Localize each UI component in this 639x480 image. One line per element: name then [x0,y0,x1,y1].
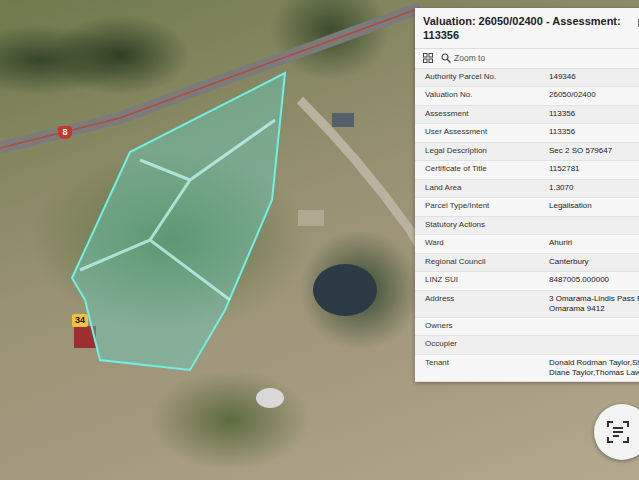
attribute-label: Valuation No. [415,87,545,105]
attribute-row: Occupier [415,336,639,355]
attribute-row: Regional Council Canterbury [415,254,639,273]
info-popup: Valuation: 26050/02400 - Assessment: 113… [415,8,639,382]
value-line: 113356 [549,127,639,137]
attribute-row: User Assessment 113356 [415,124,639,143]
attribute-row: Authority Parcel No. 149346 [415,69,639,88]
attribute-label: Tenant [415,355,545,381]
highway-shield: 8 [58,126,72,139]
attribute-row: Certificate of Title 1152781 [415,161,639,180]
attribute-value: 8487005.000000 [545,272,639,290]
attribute-value: 1152781 [545,161,639,179]
attribute-value: 149346 [545,69,639,87]
attribute-label: Legal Description [415,143,545,161]
text-scan-icon [606,420,630,444]
options-grid-icon[interactable] [423,53,433,63]
attribute-value: Legalisation [545,198,639,216]
attribute-value: Ahuriri [545,235,639,253]
attribute-row: TenantDonald Rodman Taylor,ShirDiane Tay… [415,355,639,382]
value-line: Canterbury [549,257,639,267]
attribute-table: Authority Parcel No. 149346 Valuation No. 2… [415,69,639,382]
attribute-row: Address3 Omarama-Lindis Pass RoaOmarama … [415,291,639,318]
attribute-value: 3 Omarama-Lindis Pass RoaOmarama 9412 [545,291,639,317]
value-line: 1152781 [549,164,639,174]
attribute-row: Valuation No. 26050/02400 [415,87,639,106]
value-line: 113356 [549,109,639,119]
attribute-label: Regional Council [415,254,545,272]
attribute-value: 113356 [545,124,639,142]
attribute-label: Authority Parcel No. [415,69,545,87]
value-line: 149346 [549,72,639,82]
attribute-value: 113356 [545,106,639,124]
attribute-label: Assessment [415,106,545,124]
attribute-label: User Assessment [415,124,545,142]
attribute-label: Ward [415,235,545,253]
scan-text-button[interactable] [594,404,639,460]
attribute-value: Canterbury [545,254,639,272]
attribute-value [545,318,639,336]
attribute-row: Owners [415,318,639,337]
attribute-row: Ward Ahuriri [415,235,639,254]
attribute-label: Parcel Type/Intent [415,198,545,216]
attribute-label: Address [415,291,545,317]
attribute-value: Sec 2 SO 579647 [545,143,639,161]
value-line: Diane Taylor,Thomas Laws [549,368,639,378]
attribute-value [545,336,639,354]
value-line: Legalisation [549,201,639,211]
zoom-to-label[interactable]: Zoom to [454,52,485,65]
value-line: Donald Rodman Taylor,Shir [549,358,639,368]
value-line: Omarama 9412 [549,304,639,314]
popup-title: Valuation: 26050/02400 - Assessment: 113… [423,12,632,43]
attribute-value: 1.3070 [545,180,639,198]
attribute-row: Assessment 113356 [415,106,639,125]
attribute-value [545,217,639,235]
value-line: 26050/02400 [549,90,639,100]
zoom-icon [441,53,451,63]
attribute-label: Land Area [415,180,545,198]
attribute-row: LINZ SUI 8487005.000000 [415,272,639,291]
attribute-value: Donald Rodman Taylor,ShirDiane Taylor,Th… [545,355,639,381]
attribute-label: Certificate of Title [415,161,545,179]
value-line: Sec 2 SO 579647 [549,146,639,156]
attribute-label: Owners [415,318,545,336]
attribute-row: Legal Description Sec 2 SO 579647 [415,143,639,162]
value-line: Ahuriri [549,238,639,248]
attribute-label: Statutory Actions [415,217,545,235]
attribute-row: Land Area 1.3070 [415,180,639,199]
value-line: 3 Omarama-Lindis Pass Roa [549,294,639,304]
value-line: 8487005.000000 [549,275,639,285]
map-view[interactable]: 8 34 Valuation: 26050/02400 - Assessment:… [0,0,639,480]
attribute-label: LINZ SUI [415,272,545,290]
attribute-value: 26050/02400 [545,87,639,105]
dock-icon[interactable] [638,16,639,28]
value-line: 1.3070 [549,183,639,193]
house-number-label: 34 [72,314,88,327]
attribute-label: Occupier [415,336,545,354]
zoom-to-button[interactable]: Zoom to [441,52,485,65]
attribute-row: Statutory Actions [415,217,639,236]
attribute-row: Parcel Type/Intent Legalisation [415,198,639,217]
